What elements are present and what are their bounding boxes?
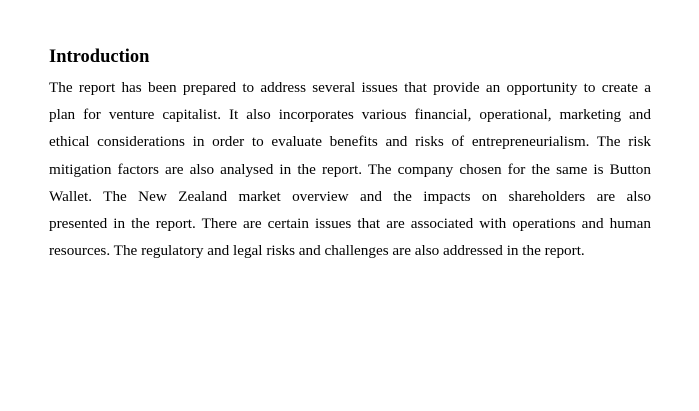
document-page: Introduction The report has been prepare… (0, 0, 699, 411)
paragraph-line: The report has been prepared to address … (49, 79, 651, 96)
introduction-paragraph: The report has been prepared to address … (49, 74, 651, 264)
paragraph-line: Wallet. The New Zealand market overview … (49, 187, 651, 205)
paragraph-line: presented in the report. There are certa… (49, 215, 651, 233)
document-content: Introduction The report has been prepare… (49, 46, 651, 264)
paragraph-line: plan for venture capitalist. It also inc… (49, 106, 651, 124)
paragraph-line: ethical considerations in order to evalu… (49, 133, 651, 151)
paragraph-line: resources. The regulatory and legal risk… (49, 242, 585, 260)
paragraph-line: mitigation factors are also analysed in … (49, 160, 651, 178)
section-heading: Introduction (49, 47, 150, 67)
